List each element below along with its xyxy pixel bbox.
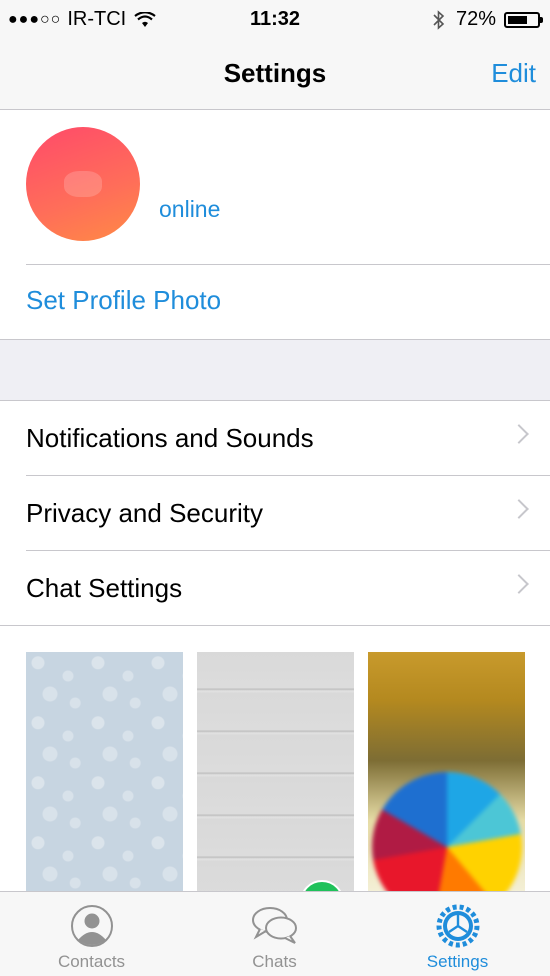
wallpaper-thumbnail-wood[interactable] [197,652,354,893]
battery-icon [504,11,543,28]
tab-label: Chats [252,952,297,971]
battery-percent: 72% [455,8,496,30]
chevron-right-icon [509,424,529,444]
menu-item-privacy[interactable]: Privacy and Security [0,476,550,551]
chevron-right-icon [509,499,529,519]
umbrella-image [372,772,522,893]
menu-item-chat-settings[interactable]: Chat Settings [0,551,550,626]
tab-bar: Contacts Chats Settings [0,891,550,976]
wallpaper-thumbnail-pattern[interactable] [26,652,183,893]
online-status: online [159,196,221,222]
person-icon [70,905,113,947]
navigation-bar: Settings Edit [0,38,550,110]
settings-menu: Notifications and Sounds Privacy and Sec… [0,400,550,628]
wallpaper-gallery [0,628,550,893]
wallpaper-thumbnail-umbrella[interactable] [368,652,525,893]
chevron-right-icon [509,574,529,594]
avatar[interactable] [26,127,140,241]
bluetooth-icon [433,9,445,30]
menu-item-label: Chat Settings [26,573,183,603]
page-title: Settings [223,58,327,88]
chat-bubbles-icon [251,907,297,944]
battery-fill [508,15,527,24]
set-profile-photo-button[interactable]: Set Profile Photo [26,285,221,316]
tab-chats[interactable]: Chats [183,892,366,976]
tab-label: Contacts [57,952,126,971]
divider [26,264,550,265]
menu-item-label: Privacy and Security [26,498,263,528]
status-right: 72% [432,8,543,31]
tab-settings[interactable]: Settings [366,892,549,976]
edit-button[interactable]: Edit [491,58,536,89]
divider [0,625,550,626]
menu-item-label: Notifications and Sounds [26,423,314,453]
gear-icon [436,904,479,948]
status-bar: ●●●○○ IR-TCI 11:32 72% [0,0,550,38]
profile-section: online Set Profile Photo [0,110,550,340]
tab-label: Settings [426,952,489,971]
menu-item-notifications[interactable]: Notifications and Sounds [0,401,550,476]
avatar-placeholder-icon [64,171,102,197]
tab-contacts[interactable]: Contacts [0,892,183,976]
